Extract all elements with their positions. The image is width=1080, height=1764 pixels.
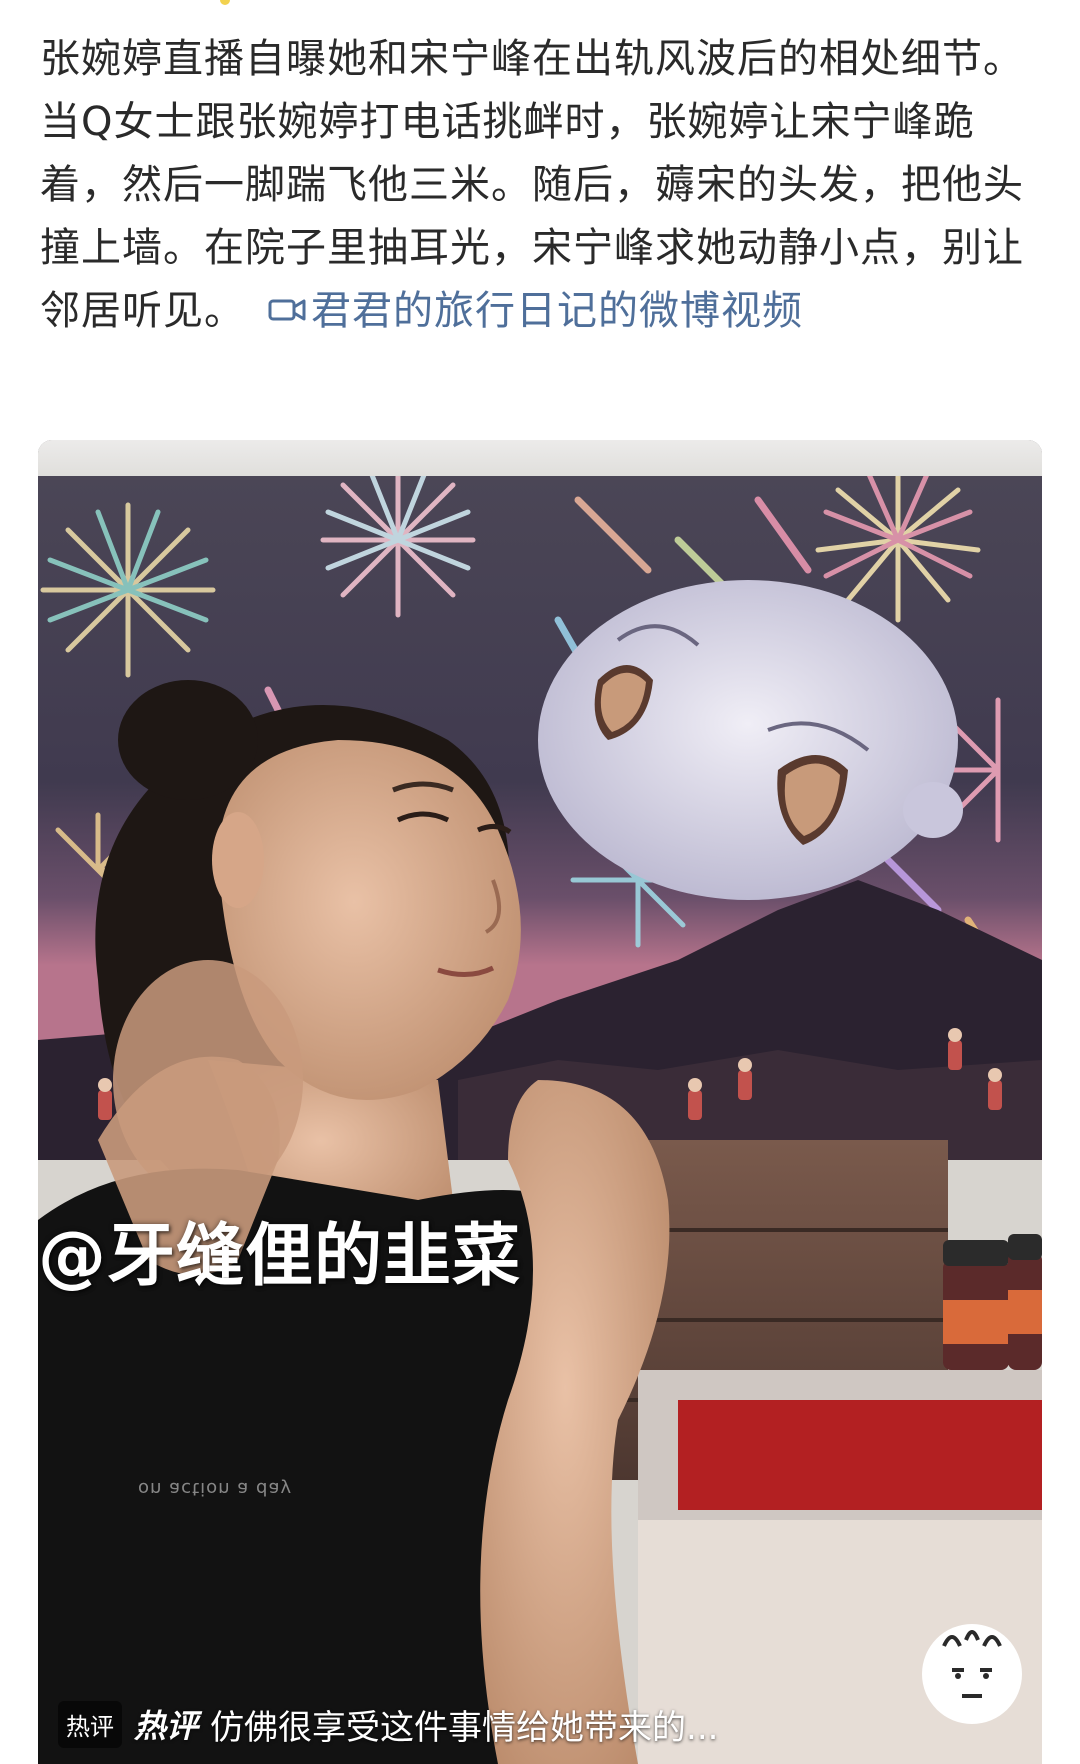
video-link-label: 君君的旅行日记的微博视频 (311, 288, 803, 334)
hot-comment-text: 仿佛很享受这件事情给她带来的... (210, 1707, 719, 1748)
hot-comment-tag: 热评 (134, 1707, 199, 1745)
video-watermark: @牙缝俚的韭菜 (38, 1217, 522, 1296)
video-still-image (38, 440, 1042, 1764)
post-text: 张婉婷直播自曝她和宋宁峰在出轨风波后的相处细节。当Q女士跟张婉婷打电话挑衅时，张… (40, 28, 1050, 343)
sticker-face-icon (922, 1624, 1022, 1724)
image-top-edge (38, 440, 1042, 476)
top-indicator-dot (220, 0, 230, 5)
video-frame[interactable]: @牙缝俚的韭菜 on action a day 热评 热评 仿佛很享受这件事情给… (38, 440, 1042, 1764)
shirt-print-text: on action a day (138, 1478, 293, 1499)
top-strip (0, 0, 1080, 10)
hot-comment-bar[interactable]: 热评 热评 仿佛很享受这件事情给她带来的... (58, 1696, 718, 1752)
video-camera-icon (268, 299, 306, 321)
video-link[interactable]: 君君的旅行日记的微博视频 (245, 288, 803, 334)
hot-comment-badge: 热评 (58, 1700, 122, 1748)
